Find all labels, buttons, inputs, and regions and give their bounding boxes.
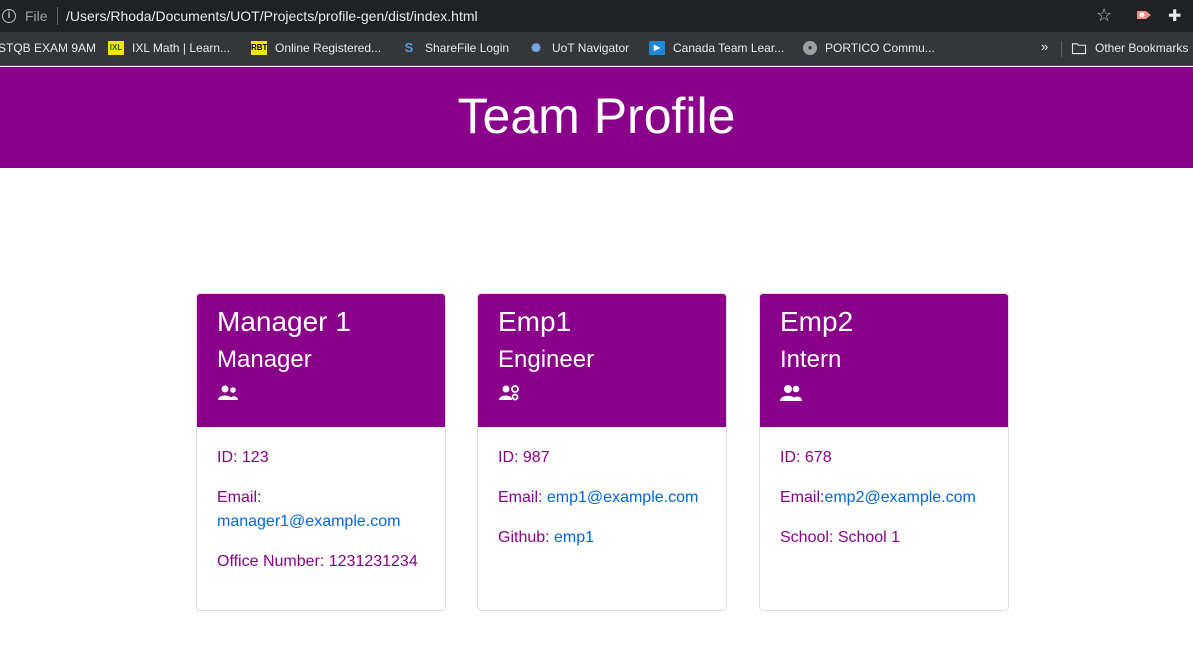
email-link[interactable]: emp1@example.com <box>547 489 698 506</box>
school: School: School 1 <box>780 529 901 546</box>
bookmark-ixl-math[interactable]: IXL IXL Math | Learn... <box>108 41 230 55</box>
extension-icon[interactable] <box>1136 8 1152 22</box>
bookmark-label: UoT Navigator <box>552 41 630 55</box>
more-bookmarks-chevron-icon[interactable]: » <box>1041 39 1048 54</box>
employee-email: Email: manager1@example.com <box>217 486 432 534</box>
github-link[interactable]: emp1 <box>554 529 594 546</box>
employee-name: Emp2 <box>780 306 854 337</box>
bookmark-star-icon[interactable]: ☆ <box>1096 5 1112 26</box>
bookmark-online-registered[interactable]: RBT Online Registered... <box>251 41 381 55</box>
bookmark-label: IXL Math | Learn... <box>132 41 231 55</box>
bookmark-canada-team[interactable]: ▶ Canada Team Lear... <box>649 41 784 55</box>
github: Github: emp1 <box>498 526 713 550</box>
github-label: Github: <box>498 529 555 546</box>
bookmark-portico[interactable]: ● PORTICO Commu... <box>803 41 935 55</box>
extensions-puzzle-icon[interactable]: ✚ <box>1168 6 1181 26</box>
page-title: Team Profile <box>457 88 736 144</box>
employee-id: ID: 987 <box>498 449 550 466</box>
bookmark-sharefile-login[interactable]: S ShareFile Login <box>401 40 510 56</box>
email-link[interactable]: emp2@example.com <box>824 489 975 506</box>
file-label: File <box>25 8 48 24</box>
sharefile-icon: S <box>404 40 414 55</box>
card-header: Manager 1 Manager <box>197 294 445 427</box>
user-graduate-icon <box>780 385 802 401</box>
bookmark-label: Canada Team Lear... <box>673 41 785 55</box>
employee-role: Intern <box>780 346 842 373</box>
user-cog-icon <box>499 385 519 401</box>
bookmark-uot-navigator[interactable]: ✺ UoT Navigator <box>528 41 629 55</box>
address-bar: i File /Users/Rhoda/Documents/UOT/Projec… <box>0 0 1193 32</box>
employee-card-engineer: Emp1 Engineer ID: 987 Email: emp1@exampl… <box>477 293 727 611</box>
employee-role: Manager <box>217 346 312 373</box>
email-label: Email: <box>498 489 547 506</box>
email-link[interactable]: manager1@example.com <box>217 513 400 530</box>
employee-card-manager: Manager 1 Manager ID: 123 Email: manager… <box>196 293 446 611</box>
bookmarks-divider <box>1061 41 1062 57</box>
email-label: Email: <box>780 489 825 506</box>
info-icon[interactable]: i <box>2 9 16 23</box>
page-header: Team Profile <box>0 67 1193 168</box>
employee-id: ID: 123 <box>217 449 269 466</box>
office-number: Office Number: 1231231234 <box>217 553 418 570</box>
employee-name: Manager 1 <box>217 306 351 337</box>
user-tie-icon <box>218 385 238 400</box>
bookmark-label: STQB EXAM 9AM <box>0 41 97 55</box>
employee-name: Emp1 <box>498 306 572 337</box>
other-bookmarks[interactable]: Other Bookmarks <box>1071 41 1188 55</box>
globe-icon: ✺ <box>530 41 542 55</box>
bookmark-stqb-exam[interactable]: STQB EXAM 9AM <box>0 41 96 55</box>
bookmark-label: ShareFile Login <box>425 41 510 55</box>
folder-icon <box>1071 42 1087 54</box>
employee-email: Email:emp2@example.com <box>780 486 995 510</box>
bookmark-label: PORTICO Commu... <box>825 41 935 55</box>
url-divider <box>57 7 58 25</box>
email-label: Email: <box>217 489 262 506</box>
portico-icon: ● <box>803 41 817 55</box>
card-header: Emp2 Intern <box>760 294 1008 427</box>
url-input[interactable]: /Users/Rhoda/Documents/UOT/Projects/prof… <box>66 8 478 24</box>
video-play-icon: ▶ <box>649 41 665 55</box>
bookmarks-bar: STQB EXAM 9AM IXL IXL Math | Learn... RB… <box>0 32 1193 66</box>
rbt-icon: RBT <box>251 41 267 55</box>
bookmark-label: Online Registered... <box>275 41 382 55</box>
employee-role: Engineer <box>498 346 595 373</box>
employee-id: ID: 678 <box>780 449 832 466</box>
ixl-icon: IXL <box>108 41 124 55</box>
other-bookmarks-label: Other Bookmarks <box>1095 41 1189 55</box>
employee-card-intern: Emp2 Intern ID: 678 Email:emp2@example.c… <box>759 293 1009 611</box>
employee-email: Email: emp1@example.com <box>498 486 713 510</box>
card-header: Emp1 Engineer <box>478 294 726 427</box>
